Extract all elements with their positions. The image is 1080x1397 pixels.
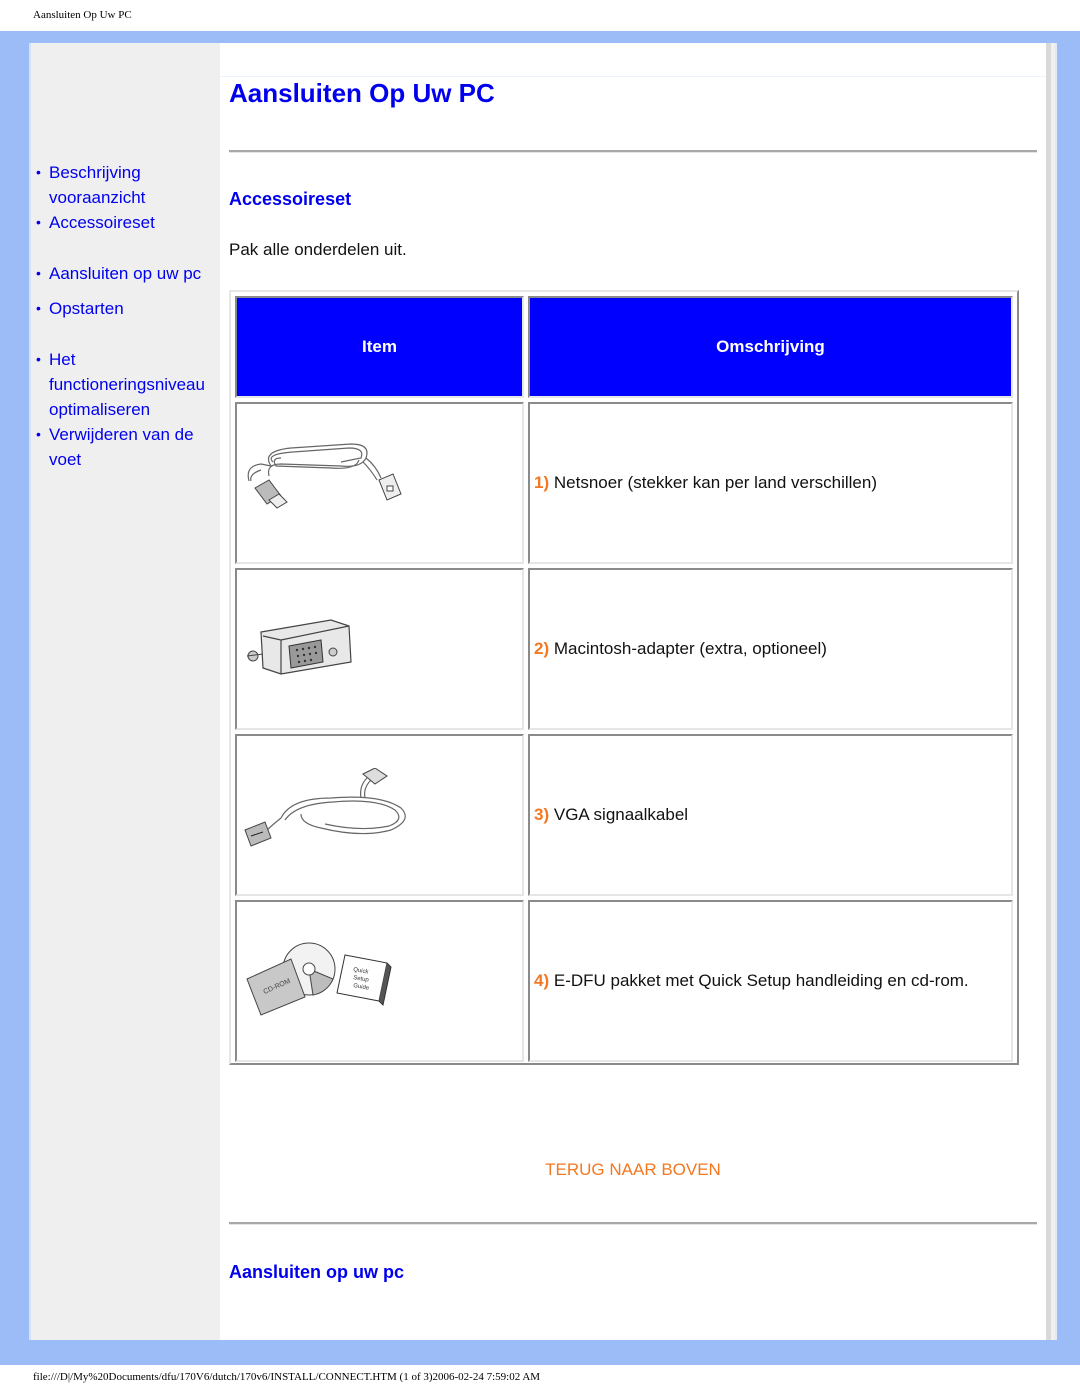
table-header-row: Item Omschrijving [235,296,1013,398]
column-header-description: Omschrijving [528,296,1013,398]
item-description: E-DFU pakket met Quick Setup handleiding… [553,971,969,990]
vga-cable-icon [244,766,406,847]
item-description-cell: 2) Macintosh-adapter (extra, optioneel) [528,568,1013,730]
item-description: Netsnoer (stekker kan per land verschill… [553,473,878,492]
item-description-cell: 1) Netsnoer (stekker kan per land versch… [528,402,1013,564]
item-image-cell [235,568,524,730]
item-description-cell: 4) E-DFU pakket met Quick Setup handleid… [528,900,1013,1062]
section-title-accessoireset: Accessoireset [229,189,352,209]
section-title-aansluiten: Aansluiten op uw pc [229,1262,405,1282]
accessories-table: Item Omschrijving 1) Netsnoer (stekker k… [229,290,1019,1065]
item-number: 2) [534,639,550,658]
bullet-icon: • [36,351,41,367]
bullet-icon: • [36,426,41,442]
top-divider [220,76,1046,77]
document-footer-path: file:///D|/My%20Documents/dfu/170V6/dutc… [33,1371,541,1383]
sidebar-nav: • Beschrijving vooraanzicht • Accessoire… [36,160,220,472]
item-description: Macintosh-adapter (extra, optioneel) [553,639,827,658]
table-row: 3) VGA signaalkabel [235,734,1013,896]
table-row: 1) Netsnoer (stekker kan per land versch… [235,402,1013,564]
bullet-icon: • [36,164,41,180]
sidebar-link-optimaliseren[interactable]: Het functioneringsniveau optimaliseren [49,350,205,419]
sidebar-item-opstarten: • Opstarten [36,296,220,321]
item-number: 4) [534,971,550,990]
item-image-cell [235,734,524,896]
item-image-cell [235,402,524,564]
bullet-icon: • [36,300,41,316]
sidebar-link-verwijderen[interactable]: Verwijderen van de voet [49,425,194,469]
intro-text: Pak alle onderdelen uit. [229,240,407,259]
sidebar-link-accessoireset[interactable]: Accessoireset [49,213,155,232]
document-header-title: Aansluiten Op Uw PC [33,9,132,21]
item-number: 3) [534,805,550,824]
column-header-item: Item [235,296,524,398]
mac-adapter-icon [246,618,352,675]
sidebar-item-aansluiten: • Aansluiten op uw pc [36,261,220,286]
divider [229,150,1037,153]
divider [229,1222,1037,1225]
item-number: 1) [534,473,550,492]
power-cord-icon [247,442,402,509]
item-description-cell: 3) VGA signaalkabel [528,734,1013,896]
sidebar-link-opstarten[interactable]: Opstarten [49,299,124,318]
sidebar-item-beschrijving: • Beschrijving vooraanzicht [36,160,220,210]
scrollbar-edge [1055,43,1057,1340]
page-title: Aansluiten Op Uw PC [229,78,495,108]
table-row: 2) Macintosh-adapter (extra, optioneel) [235,568,1013,730]
sidebar-item-optimaliseren: • Het functioneringsniveau optimaliseren [36,347,220,422]
sidebar-item-accessoireset: • Accessoireset [36,210,220,235]
table-row: CD-ROM Quick Setup Guide 4) E-DFU pakket… [235,900,1013,1062]
item-description: VGA signaalkabel [553,805,689,824]
sidebar-link-aansluiten[interactable]: Aansluiten op uw pc [49,264,201,283]
bullet-icon: • [36,265,41,281]
sidebar-link-beschrijving[interactable]: Beschrijving vooraanzicht [49,163,145,207]
item-image-cell: CD-ROM Quick Setup Guide [235,900,524,1062]
cd-rom-manual-icon: CD-ROM Quick Setup Guide [246,942,392,1016]
bullet-icon: • [36,214,41,230]
back-to-top-link[interactable]: TERUG NAAR BOVEN [229,1160,1037,1180]
sidebar-item-verwijderen: • Verwijderen van de voet [36,422,220,472]
